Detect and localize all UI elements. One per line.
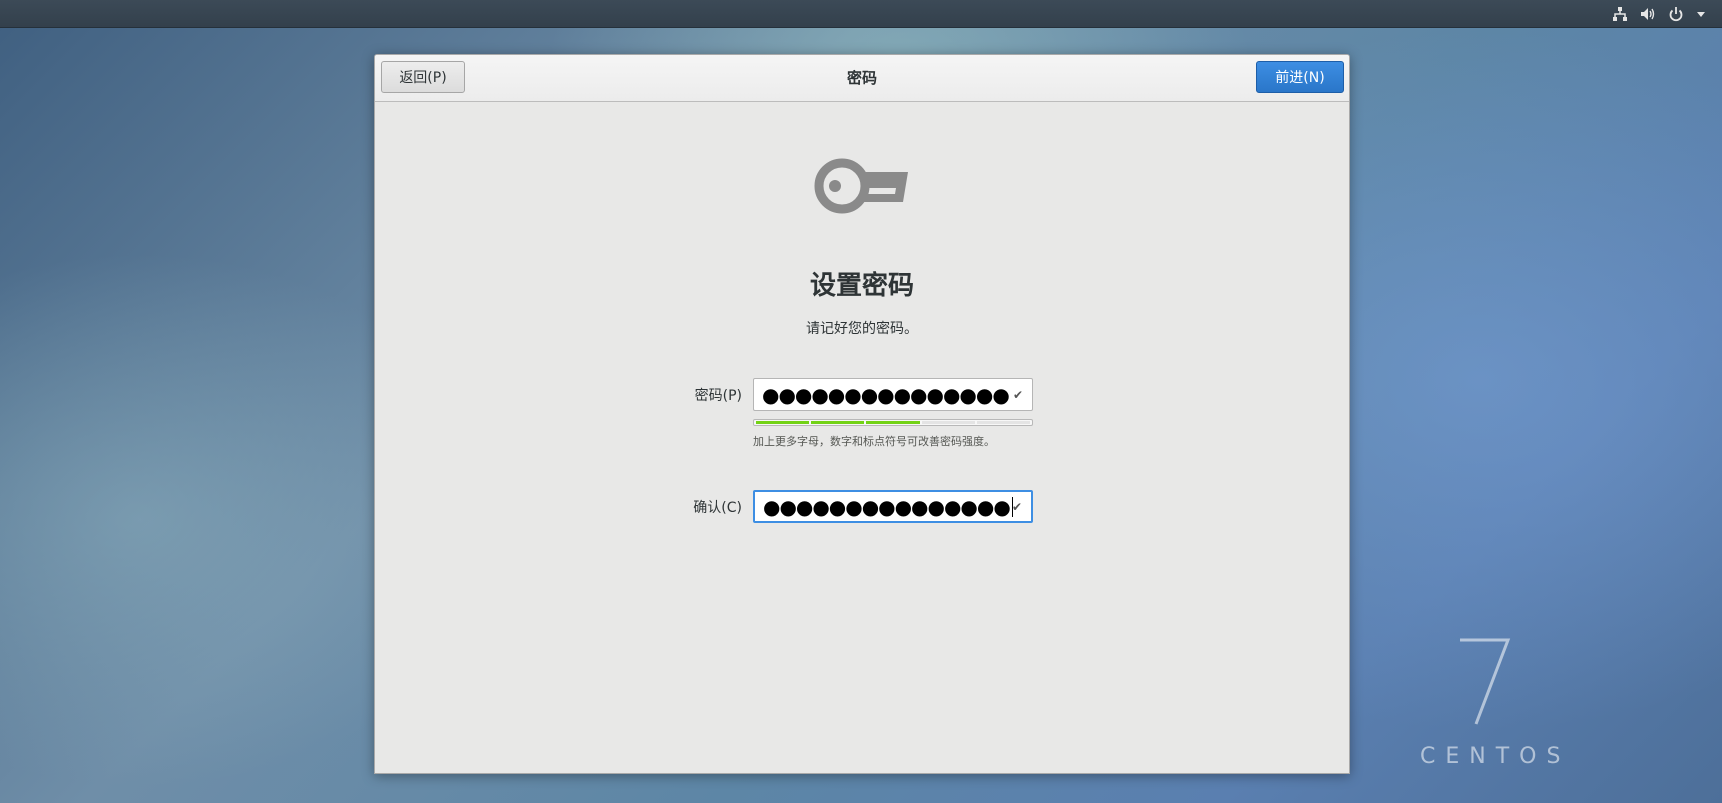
dialog-title: 密码 [846,69,877,87]
confirm-value: ●●●●●●●●●●●●●●● [763,494,1011,519]
strength-hint: 加上更多字母，数字和标点符号可改善密码强度。 [753,435,995,448]
check-icon: ✔ [1012,387,1023,402]
password-dialog: 返回(P) 密码 前进(N) 设置密码 请记好您的密码。 密码(P) ●●●●●… [374,54,1350,774]
centos-logo: CENTOS [1420,636,1560,769]
strength-segment [921,421,975,424]
page-heading: 设置密码 [809,271,914,301]
strength-segment [866,421,920,424]
password-value: ●●●●●●●●●●●●●●● [762,382,1010,407]
top-bar [0,0,1722,28]
strength-segment [976,421,1031,424]
dialog-header: 返回(P) 密码 前进(N) [375,55,1349,102]
confirm-value-wrap: ●●●●●●●●●●●●●●● [763,492,1013,521]
strength-segment [756,421,810,424]
centos-wordmark: CENTOS [1420,744,1571,769]
password-strength-bar [753,419,1033,426]
system-tray [1612,0,1706,27]
key-icon [814,158,908,214]
confirm-label: 确认(C) [693,500,742,516]
password-field[interactable]: ●●●●●●●●●●●●●●● ✔ [753,378,1033,411]
confirm-password-field[interactable]: ●●●●●●●●●●●●●●● ✔ [753,490,1033,523]
next-button[interactable]: 前进(N) [1256,61,1344,93]
menu-arrow-icon[interactable] [1696,6,1706,22]
volume-icon[interactable] [1640,6,1656,22]
power-icon[interactable] [1668,6,1684,22]
centos-seven [1460,638,1511,725]
network-icon[interactable] [1612,6,1628,22]
strength-segment [811,421,865,424]
check-icon: ✔ [1011,499,1022,514]
page-subtitle: 请记好您的密码。 [806,321,918,337]
password-label: 密码(P) [694,388,742,404]
